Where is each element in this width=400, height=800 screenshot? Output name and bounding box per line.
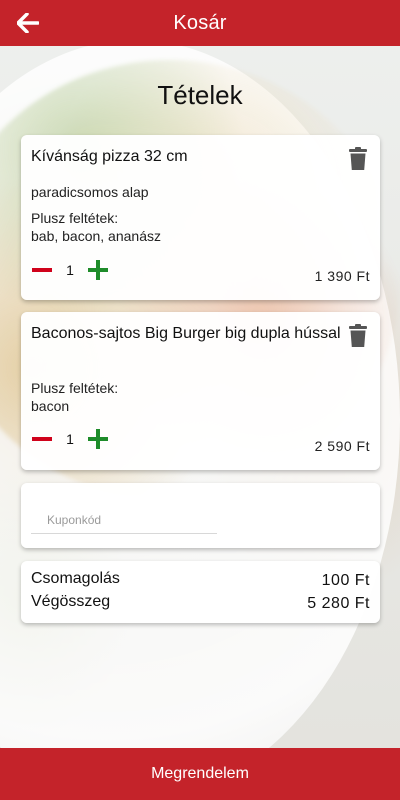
packaging-label: Csomagolás	[31, 570, 120, 587]
arrow-left-icon	[17, 13, 39, 33]
back-button[interactable]	[12, 7, 44, 39]
item-price: 2 590 Ft	[314, 438, 370, 454]
decrease-quantity-button[interactable]	[31, 259, 53, 281]
header-title: Kosár	[173, 11, 227, 34]
cart-item-card: Kívánság pizza 32 cm paradicsomos alap P…	[21, 135, 380, 300]
item-base: paradicsomos alap	[31, 184, 149, 200]
summary-card: Csomagolás 100 Ft Végösszeg 5 280 Ft	[21, 561, 380, 623]
increase-quantity-button[interactable]	[87, 428, 109, 450]
place-order-button[interactable]: Megrendelem	[0, 748, 400, 800]
item-extras-label: Plusz feltétek:	[31, 210, 119, 226]
item-extras-label: Plusz feltétek:	[31, 380, 119, 396]
plus-icon	[88, 260, 108, 280]
item-title: Baconos-sajtos Big Burger big dupla húss…	[31, 325, 341, 342]
delete-item-button[interactable]	[348, 324, 368, 348]
increase-quantity-button[interactable]	[87, 259, 109, 281]
coupon-input[interactable]	[31, 507, 217, 534]
cart-item-card: Baconos-sajtos Big Burger big dupla húss…	[21, 312, 380, 470]
total-label: Végösszeg	[31, 593, 111, 610]
quantity-value: 1	[66, 431, 74, 447]
item-title: Kívánság pizza 32 cm	[31, 148, 188, 165]
decrease-quantity-button[interactable]	[31, 428, 53, 450]
trash-icon	[349, 147, 367, 170]
app-header: Kosár	[0, 0, 400, 46]
delete-item-button[interactable]	[348, 147, 368, 171]
total-value: 5 280 Ft	[307, 595, 370, 612]
plus-icon	[88, 429, 108, 449]
minus-icon	[32, 437, 52, 441]
quantity-stepper: 1	[31, 259, 109, 281]
packaging-value: 100 Ft	[321, 572, 370, 589]
page-heading: Tételek	[157, 80, 243, 110]
trash-icon	[349, 324, 367, 347]
coupon-card	[21, 483, 380, 548]
item-extras: bacon	[31, 398, 70, 414]
place-order-label: Megrendelem	[151, 765, 249, 782]
quantity-stepper: 1	[31, 428, 109, 450]
quantity-value: 1	[66, 262, 74, 278]
item-extras: bab, bacon, ananász	[31, 228, 161, 244]
minus-icon	[32, 268, 52, 272]
item-price: 1 390 Ft	[314, 268, 370, 284]
